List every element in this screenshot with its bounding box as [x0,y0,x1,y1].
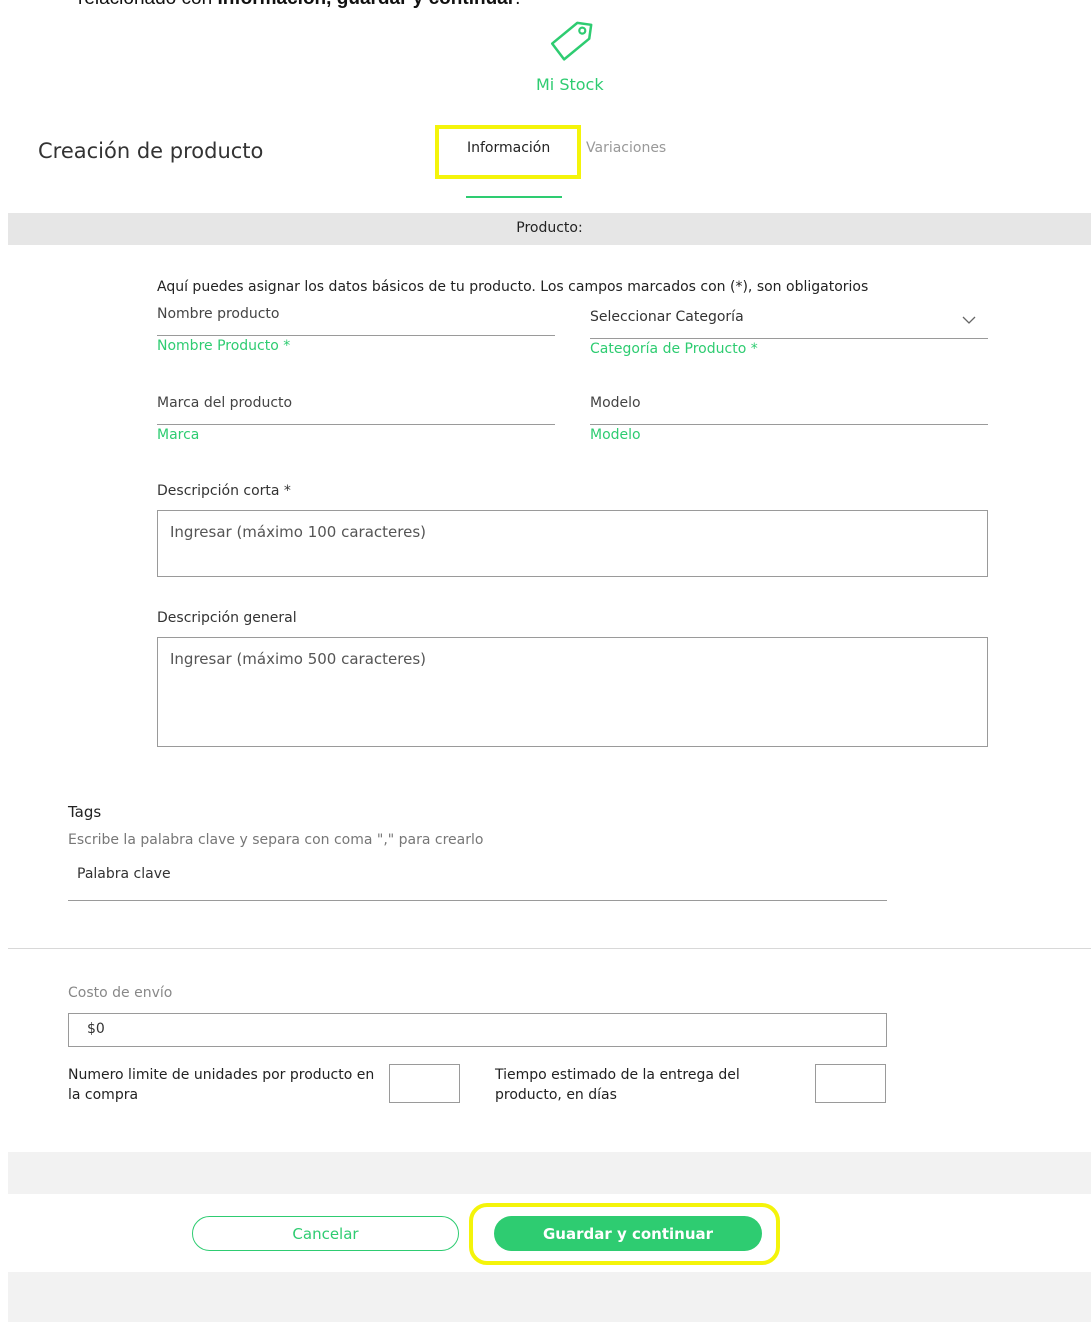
caption-bold: Información, guardar y continuar [217,0,515,9]
caption-suffix: . [515,0,520,9]
section-title: Producto: [516,220,583,236]
shipping-cost-input[interactable]: $0 [68,1013,887,1047]
tab-variaciones[interactable]: Variaciones [586,140,666,156]
general-description-textarea[interactable]: Ingresar (máximo 500 caracteres) [157,637,988,747]
short-description-placeholder: Ingresar (máximo 100 caracteres) [170,523,427,541]
unit-limit-input[interactable] [389,1064,460,1103]
general-description-label: Descripción general [157,610,297,626]
section-divider [8,948,1091,949]
category-underline [590,338,988,339]
product-name-hint: Nombre Producto * [157,338,291,354]
delivery-time-input[interactable] [815,1064,886,1103]
brand-underline [157,424,555,425]
brand-input[interactable]: Marca del producto [157,395,292,411]
tag-icon[interactable] [545,16,595,62]
shipping-cost-value: $0 [87,1021,105,1037]
footer-band-top [8,1152,1091,1194]
tags-underline [68,900,887,901]
short-description-textarea[interactable]: Ingresar (máximo 100 caracteres) [157,510,988,577]
product-name-underline [157,335,555,336]
tags-help-text: Escribe la palabra clave y separa con co… [68,832,484,848]
page-title: Creación de producto [38,139,264,163]
category-select[interactable]: Seleccionar Categoría [590,309,744,325]
intro-text: Aquí puedes asignar los datos básicos de… [157,279,869,295]
delivery-time-label: Tiempo estimado de la entrega del produc… [495,1067,740,1103]
general-description-placeholder: Ingresar (máximo 500 caracteres) [170,650,427,668]
stock-label[interactable]: Mi Stock [536,75,604,94]
caption-prefix: relacionado con [78,0,217,9]
footer-band-bottom [8,1272,1091,1322]
model-hint: Modelo [590,427,641,443]
highlight-box-save [469,1203,780,1265]
unit-limit-label: Numero limite de unidades por producto e… [68,1067,375,1103]
chevron-down-icon[interactable] [962,313,976,327]
shipping-cost-label: Costo de envío [68,985,173,1001]
model-input[interactable]: Modelo [590,395,641,411]
active-tab-indicator [466,196,562,198]
brand-hint: Marca [157,427,200,443]
tags-input[interactable]: Palabra clave [77,866,171,882]
document-caption: relacionado con Información, guardar y c… [78,0,520,10]
tags-title: Tags [68,803,102,821]
product-name-input[interactable]: Nombre producto [157,306,280,322]
category-hint: Categoría de Producto * [590,341,758,357]
model-underline [590,424,988,425]
short-description-label: Descripción corta * [157,483,291,499]
cancel-button[interactable]: Cancelar [192,1216,459,1251]
highlight-box-tab [435,125,581,179]
section-header: Producto: [8,213,1091,245]
